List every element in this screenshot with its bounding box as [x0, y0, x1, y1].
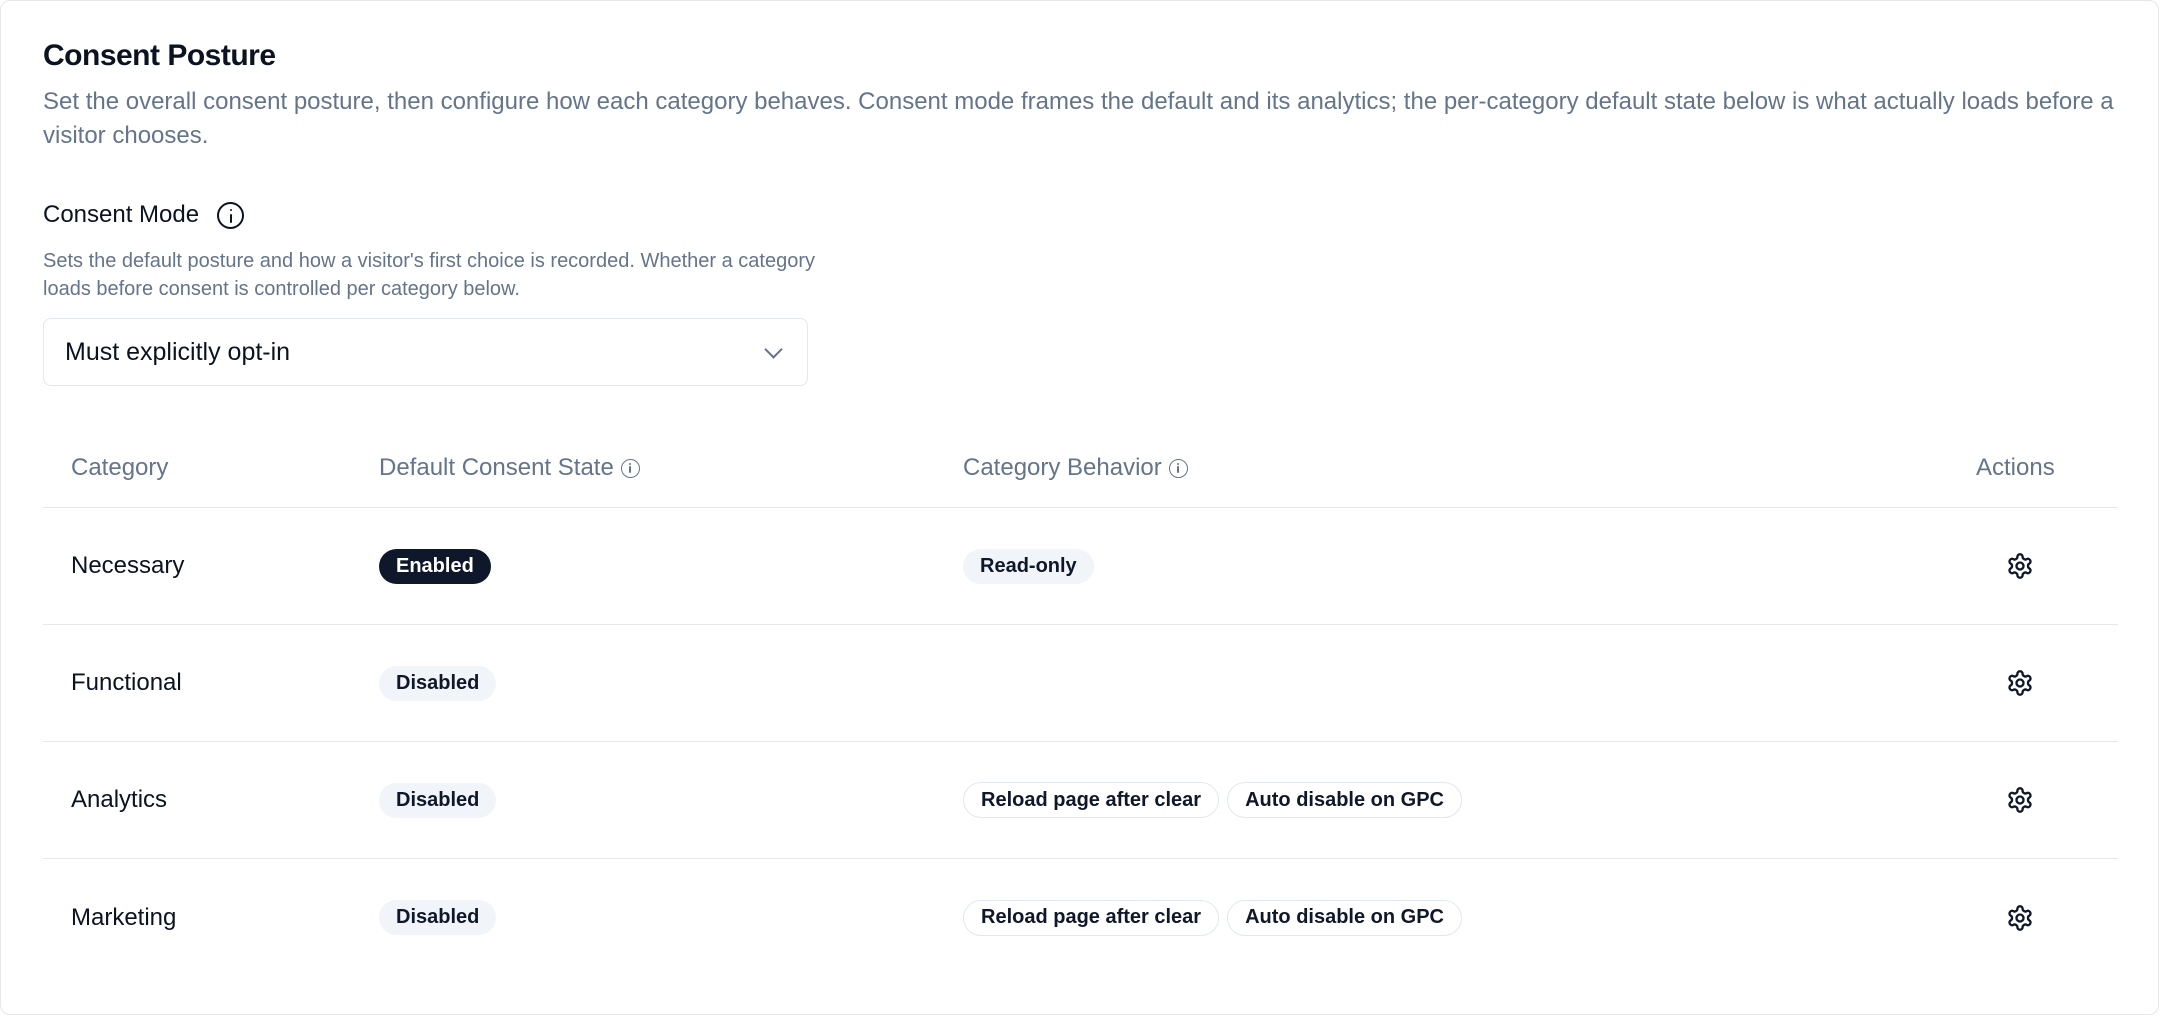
- table-row: Functional Disabled: [43, 625, 2118, 742]
- consent-mode-selected-value: Must explicitly opt-in: [65, 337, 291, 366]
- column-header-actions: Actions: [1976, 431, 2055, 505]
- consent-posture-card: Consent Posture Set the overall consent …: [0, 0, 2159, 1015]
- behavior-badge: Reload page after clear: [963, 782, 1220, 818]
- info-circle-icon[interactable]: [217, 201, 245, 229]
- actions-cell: [2000, 508, 2040, 624]
- settings-button[interactable]: [2000, 663, 2040, 703]
- category-cell: Marketing: [71, 859, 176, 976]
- category-cell: Necessary: [71, 508, 184, 624]
- chevron-down-icon: [764, 339, 783, 359]
- behavior-badge: Reload page after clear: [963, 899, 1220, 936]
- default-state-cell: Enabled: [379, 508, 491, 624]
- gear-icon: [2008, 787, 2032, 813]
- table-row: Necessary Enabled Read-only: [43, 508, 2118, 625]
- settings-button[interactable]: [2000, 546, 2040, 586]
- table-header: Category Default Consent State Category …: [43, 431, 2118, 508]
- gear-icon: [2008, 670, 2032, 696]
- table-row: Marketing Disabled Reload page after cle…: [43, 859, 2118, 976]
- default-state-cell: Disabled: [379, 859, 497, 976]
- default-state-cell: Disabled: [379, 625, 497, 741]
- actions-cell: [2000, 742, 2040, 858]
- state-badge-disabled: Disabled: [379, 782, 497, 818]
- behavior-badge: Read-only: [963, 548, 1094, 584]
- info-circle-icon[interactable]: [1168, 458, 1188, 478]
- column-header-label: Default Consent State: [379, 454, 614, 481]
- column-header-label: Category Behavior: [963, 454, 1162, 481]
- column-header-behavior: Category Behavior: [963, 431, 1188, 505]
- category-name: Necessary: [71, 552, 185, 579]
- default-state-cell: Disabled: [379, 742, 497, 858]
- state-badge-disabled: Disabled: [379, 665, 497, 701]
- actions-cell: [2000, 625, 2040, 741]
- gear-icon: [2008, 553, 2032, 579]
- column-header-category: Category: [71, 431, 168, 505]
- category-table: Category Default Consent State Category …: [43, 431, 2118, 976]
- table-row: Analytics Disabled Reload page after cle…: [43, 742, 2118, 859]
- state-badge-enabled: Enabled: [379, 548, 491, 584]
- category-name: Marketing: [71, 903, 177, 931]
- page-description: Set the overall consent posture, then co…: [43, 88, 2114, 149]
- settings-button[interactable]: [2000, 898, 2040, 938]
- category-cell: Analytics: [71, 742, 167, 858]
- behavior-badge: Auto disable on GPC: [1227, 899, 1462, 936]
- consent-mode-label: Consent Mode: [43, 201, 200, 228]
- consent-mode-help: Sets the default posture and how a visit…: [43, 250, 815, 300]
- column-header-label: Category: [71, 454, 169, 481]
- page-title: Consent Posture: [43, 39, 276, 72]
- state-badge-disabled: Disabled: [379, 900, 497, 935]
- category-name: Analytics: [71, 786, 168, 813]
- category-name: Functional: [71, 669, 182, 696]
- settings-button[interactable]: [2000, 780, 2040, 820]
- column-header-label: Actions: [1976, 454, 2055, 481]
- behavior-cell: Reload page after clear Auto disable on …: [963, 742, 1462, 858]
- consent-mode-select[interactable]: Must explicitly opt-in: [43, 318, 808, 386]
- category-cell: Functional: [71, 625, 182, 741]
- actions-cell: [2000, 859, 2040, 976]
- behavior-cell: Reload page after clear Auto disable on …: [963, 859, 1462, 976]
- gear-icon: [2008, 904, 2032, 931]
- behavior-badge: Auto disable on GPC: [1227, 782, 1462, 818]
- column-header-default-state: Default Consent State: [379, 431, 640, 505]
- behavior-cell: Read-only: [963, 508, 1094, 624]
- consent-mode-label-row: Consent Mode: [43, 199, 245, 231]
- info-circle-icon[interactable]: [620, 458, 640, 478]
